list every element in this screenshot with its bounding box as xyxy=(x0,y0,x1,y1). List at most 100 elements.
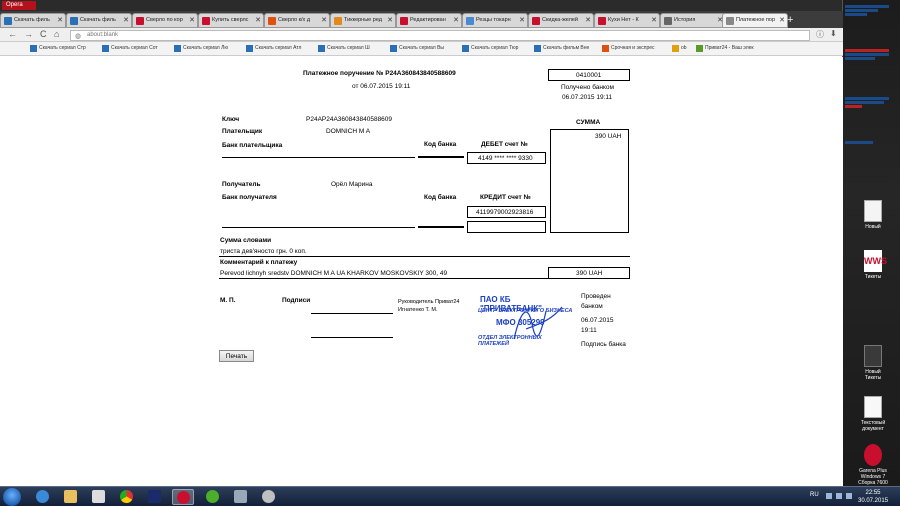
payer-bank-line xyxy=(222,157,415,158)
close-tab-icon[interactable]: ✕ xyxy=(779,14,785,27)
tab[interactable]: История ✕ xyxy=(660,13,726,28)
close-tab-icon[interactable]: ✕ xyxy=(585,14,591,27)
taskbar-explorer[interactable] xyxy=(60,489,82,505)
tab[interactable]: Скачать филь ✕ xyxy=(66,13,132,28)
opera-menu-button[interactable]: Opera xyxy=(2,1,36,10)
payer-bank-label: Банк плательщика xyxy=(222,142,283,149)
recipient-bank-line xyxy=(222,227,415,228)
taskbar-ie[interactable] xyxy=(32,489,54,505)
bookmark-item[interactable]: Скачать сериал Стр xyxy=(30,45,86,52)
taskbar-media-player[interactable] xyxy=(88,489,110,505)
bookmark-favicon-icon xyxy=(246,45,253,52)
tab-label: История xyxy=(674,17,696,23)
bookmark-label: Скачать сериал Сот xyxy=(111,45,158,51)
opera-icon xyxy=(177,491,190,504)
credit-account-value: 4119979002923816 xyxy=(476,209,534,216)
site-favicon-icon xyxy=(136,17,144,25)
tab[interactable]: Скидка-желей ✕ xyxy=(528,13,594,28)
reload-button[interactable]: C xyxy=(40,29,47,39)
bank-signature-label: Подпись банка xyxy=(581,341,626,348)
bookmark-item[interactable]: Скачать сериал Атл xyxy=(246,45,301,52)
tab[interactable]: Скачать филь ✕ xyxy=(0,13,66,28)
bookmark-item[interactable]: ob xyxy=(672,45,687,52)
download-icon[interactable]: ⬇ xyxy=(830,29,837,38)
forward-button[interactable]: → xyxy=(24,29,33,39)
desktop-icon-tickets[interactable]: WWS Тикеты xyxy=(858,250,888,280)
close-tab-icon[interactable]: ✕ xyxy=(453,14,459,27)
tab[interactable]: Тиккерные ред ✕ xyxy=(330,13,396,28)
bookmark-item[interactable]: Скачать сериал Сот xyxy=(102,45,158,52)
tab-label: Кухи Нет - К xyxy=(608,17,639,23)
desktop-icon-text-document[interactable]: Текстовый документ xyxy=(858,396,888,432)
taskbar-app-2[interactable] xyxy=(230,489,252,505)
tab[interactable]: Кухи Нет - К ✕ xyxy=(594,13,660,28)
close-tab-icon[interactable]: ✕ xyxy=(123,14,129,27)
tab-active[interactable]: Платежное пор ✕ xyxy=(722,13,788,28)
tab[interactable]: Резцы токарн ✕ xyxy=(462,13,528,28)
new-tab-button[interactable]: + xyxy=(787,14,793,26)
tab[interactable]: Сверло к/х д ✕ xyxy=(264,13,330,28)
desktop-icon-garena[interactable]: Garena Plus Windows 7 Сборка 7600 xyxy=(858,444,888,486)
close-tab-icon[interactable]: ✕ xyxy=(189,14,195,27)
signature-line-2 xyxy=(311,337,393,338)
history-icon xyxy=(664,17,672,25)
browser-window: Opera Скачать филь ✕ Скачать филь ✕ Сверло… xyxy=(0,0,843,486)
desktop-icon-label: Новый Тикеты xyxy=(864,369,882,381)
site-favicon-icon xyxy=(4,17,12,25)
taskbar-app-3[interactable] xyxy=(258,489,280,505)
tray-arrow-icon[interactable] xyxy=(826,493,832,499)
tab-label: Скачать филь xyxy=(14,17,50,23)
bookmark-item[interactable]: Приват24 - Ваш элек xyxy=(696,45,754,52)
bookmark-label: Скачать сериал Лю xyxy=(183,45,229,51)
language-indicator[interactable]: RU xyxy=(810,492,819,498)
tab[interactable]: Сверло по кор ✕ xyxy=(132,13,198,28)
document-title: Платежное поручение № P24A36084384058860… xyxy=(303,70,456,77)
bank-code-label: Код банка xyxy=(424,141,457,148)
info-icon[interactable]: ⓘ xyxy=(816,29,824,40)
desktop-icon-new[interactable]: Новый xyxy=(858,200,888,230)
tab[interactable]: Купить сверлс ✕ xyxy=(198,13,264,28)
system-clock[interactable]: 22:55 30.07.2015 xyxy=(858,489,888,505)
back-button[interactable]: ← xyxy=(8,29,17,39)
site-favicon-icon xyxy=(70,17,78,25)
close-tab-icon[interactable]: ✕ xyxy=(57,14,63,27)
words-line xyxy=(219,256,630,257)
bookmark-label: Скачать фильм Вне xyxy=(543,45,590,51)
bookmark-favicon-icon xyxy=(318,45,325,52)
tab[interactable]: Редактирован ✕ xyxy=(396,13,462,28)
url-input[interactable]: ◍ about:blank xyxy=(70,30,810,41)
close-tab-icon[interactable]: ✕ xyxy=(519,14,525,27)
bookmark-item[interactable]: Скачать сериал Тюр xyxy=(462,45,518,52)
tab-label: Купить сверлс xyxy=(212,17,249,23)
site-favicon-icon xyxy=(202,17,210,25)
home-button[interactable]: ⌂ xyxy=(54,29,59,39)
start-button[interactable] xyxy=(3,488,21,506)
network-tray-icon[interactable] xyxy=(836,493,842,499)
close-tab-icon[interactable]: ✕ xyxy=(321,14,327,27)
internet-explorer-icon xyxy=(36,490,49,503)
tab-label: Платежное пор xyxy=(736,17,776,23)
taskbar-app[interactable] xyxy=(144,489,166,505)
desktop-icon-new-tickets[interactable]: Новый Тикеты xyxy=(858,345,888,381)
bookmark-favicon-icon xyxy=(602,45,609,52)
bookmark-item[interactable]: Срочная и экспрес xyxy=(602,45,655,52)
clock-time: 22:55 xyxy=(865,490,881,496)
bookmarks-bar: Скачать сериал Стр Скачать сериал Сот Ск… xyxy=(0,42,843,56)
tab-label: Тиккерные ред xyxy=(344,17,382,23)
volume-tray-icon[interactable] xyxy=(846,493,852,499)
site-favicon-icon xyxy=(400,17,408,25)
close-tab-icon[interactable]: ✕ xyxy=(255,14,261,27)
close-tab-icon[interactable]: ✕ xyxy=(387,14,393,27)
print-button[interactable]: Печать xyxy=(219,350,254,362)
bookmark-item[interactable]: Скачать фильм Вне xyxy=(534,45,590,52)
bookmark-label: Скачать сериал Стр xyxy=(39,45,86,51)
game-icon xyxy=(864,345,882,367)
amount-in-words-value: триста дев'яносто грн. 0 коп. xyxy=(220,248,307,255)
bookmark-item[interactable]: Скачать сериал Лю xyxy=(174,45,229,52)
taskbar-chrome[interactable] xyxy=(116,489,138,505)
bookmark-item[interactable]: Скачать сериал Ш xyxy=(318,45,370,52)
close-tab-icon[interactable]: ✕ xyxy=(651,14,657,27)
taskbar-opera[interactable] xyxy=(172,489,194,505)
taskbar-utorrent[interactable] xyxy=(202,489,224,505)
bookmark-item[interactable]: Скачать сериал Вы xyxy=(390,45,444,52)
